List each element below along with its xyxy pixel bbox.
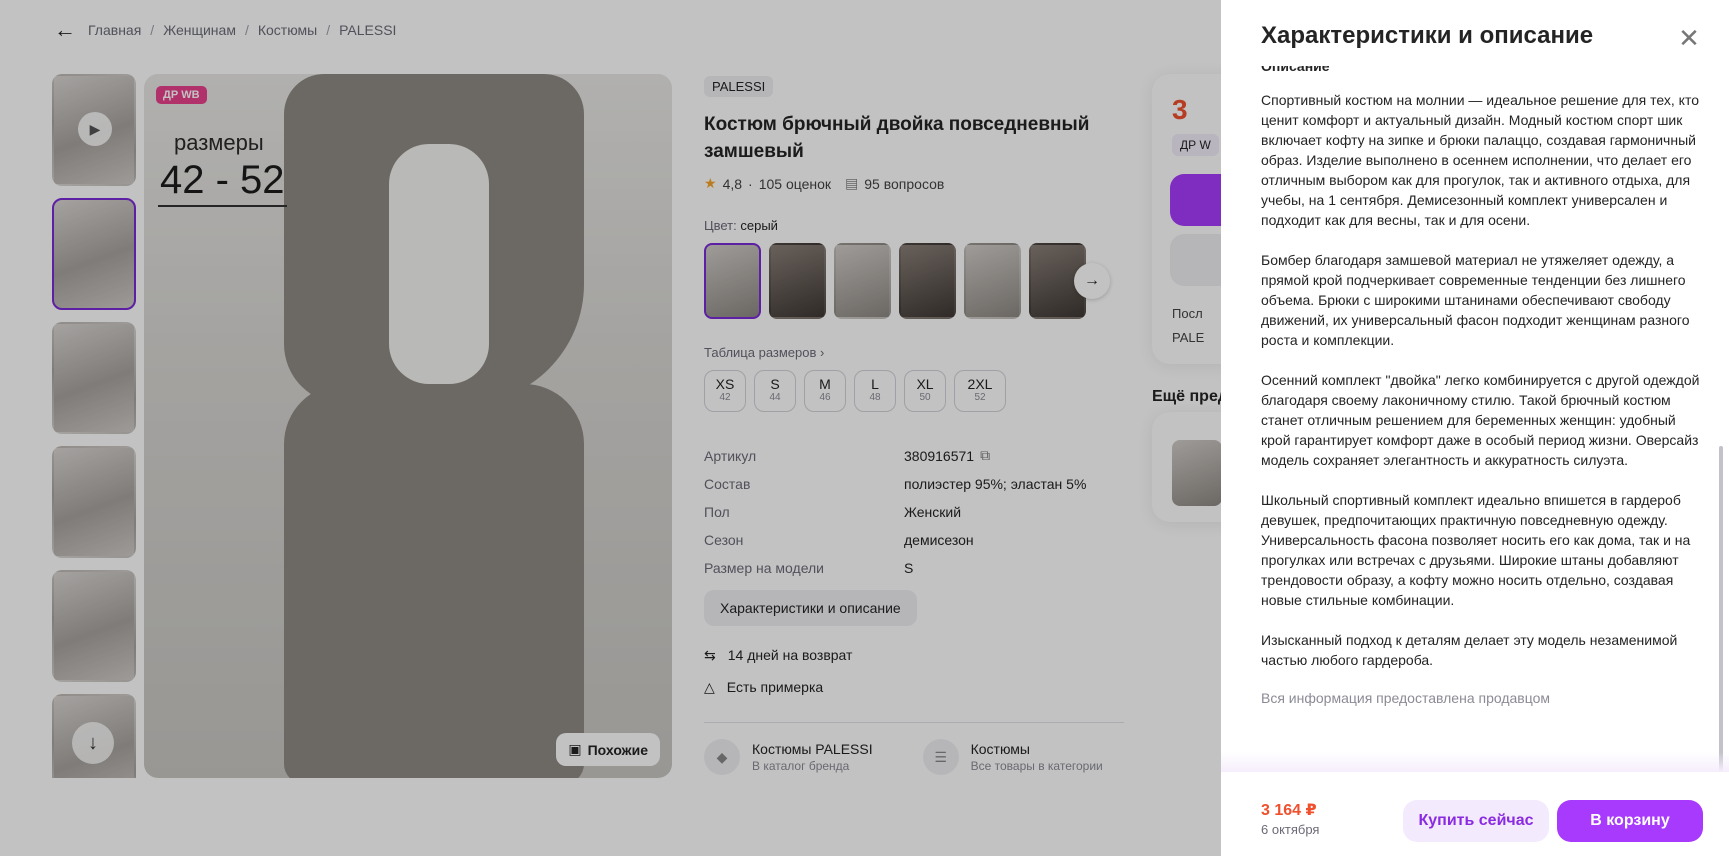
description-heading: Описание: [1261, 66, 1330, 74]
scrollbar[interactable]: [1719, 446, 1723, 774]
seller-note: Вся информация предоставлена продавцом: [1261, 690, 1551, 706]
add-to-cart-button[interactable]: В корзину: [1557, 800, 1703, 842]
delivery-date: 6 октября: [1261, 822, 1320, 837]
close-icon[interactable]: ✕: [1675, 24, 1703, 52]
description-scroll-area[interactable]: Описание Спортивный костюм на молнии — и…: [1261, 66, 1715, 766]
description-paragraph: Спортивный костюм на молнии — идеальное …: [1261, 92, 1699, 228]
buy-now-button[interactable]: Купить сейчас: [1403, 800, 1549, 842]
description-paragraph: Бомбер благодаря замшевой материал не ут…: [1261, 252, 1690, 348]
description-paragraph: Изысканный подход к деталям делает эту м…: [1261, 632, 1678, 668]
description-paragraph: Школьный спортивный комплект идеально вп…: [1261, 492, 1691, 608]
description-paragraph: Осенний комплект "двойка" легко комбинир…: [1261, 372, 1700, 468]
drawer-title: Характеристики и описание: [1261, 22, 1594, 49]
characteristics-drawer: Характеристики и описание ✕ Описание Спо…: [1221, 0, 1729, 856]
drawer-footer: 3 164 ₽ 6 октября Купить сейчас В корзин…: [1221, 772, 1729, 856]
footer-price: 3 164 ₽: [1261, 802, 1317, 819]
